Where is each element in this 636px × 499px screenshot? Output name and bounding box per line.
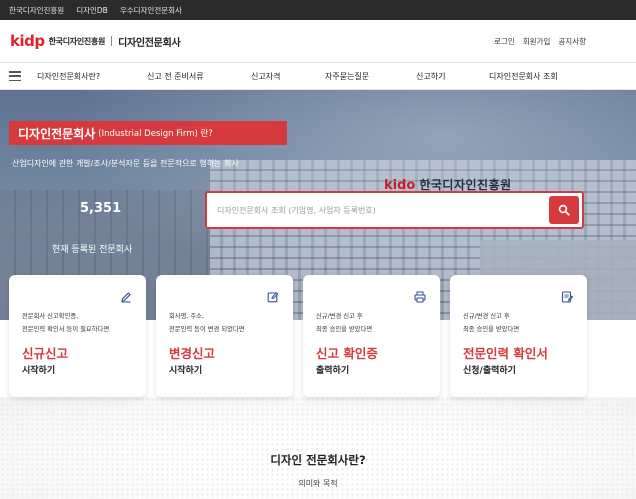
search-button[interactable] [549, 196, 579, 224]
kidp-logo-mark: kidp [10, 32, 45, 50]
signup-link[interactable]: 회원가입 [523, 36, 551, 47]
section-subtitle: 의미와 목적 [298, 479, 338, 488]
card-personnel-certificate[interactable]: 신규/변경 신고 후 최종 승인을 받았다면 전문인력 확인서 신청/출력하기 [450, 275, 587, 397]
card-title: 신고 확인증 [316, 346, 378, 361]
card-description: 전문회사 신고확인증, 전문인력 확인서 등이 필요하다면 [22, 311, 109, 336]
nav-item-about[interactable]: 디자인전문회사란? [37, 71, 100, 82]
topbar-link-designdb[interactable]: 디자인DB [76, 5, 108, 16]
card-desc-line: 회사명, 주소, [169, 313, 204, 320]
search-icon [558, 204, 570, 216]
card-desc-line: 최종 승인을 받았다면 [316, 325, 373, 333]
logo-divider [111, 36, 113, 46]
topbar-link-excellent-firms[interactable]: 우수디자인전문회사 [120, 5, 182, 16]
card-description: 신규/변경 신고 후 최종 승인을 받았다면 [316, 311, 372, 336]
login-link[interactable]: 로그인 [494, 36, 515, 47]
nav-item-documents[interactable]: 신고 전 준비서류 [147, 71, 204, 82]
site-logo[interactable]: kidp 한국디자인진흥원 디자인전문회사 [10, 32, 181, 50]
top-utility-bar: 한국디자인진흥원 디자인DB 우수디자인전문회사 [0, 0, 636, 20]
card-title: 신규신고 [22, 346, 69, 361]
registered-count-label: 현재 등록된 전문회사 [52, 245, 133, 255]
card-change-report[interactable]: 회사명, 주소, 전문인력 등이 변경 되었다면 변경신고 시작하기 [156, 275, 293, 397]
notice-link[interactable]: 공지사항 [558, 36, 586, 47]
nav-item-report[interactable]: 신고하기 [416, 71, 445, 82]
document-icon [561, 291, 573, 303]
sign-text: 한국디자인진흥원 [419, 178, 512, 192]
card-action: 출력하기 [316, 366, 350, 376]
card-new-report[interactable]: 전문회사 신고확인증, 전문인력 확인서 등이 필요하다면 신규신고 시작하기 [9, 275, 146, 397]
pencil-icon [121, 292, 131, 303]
about-section: 디자인 전문회사란? 의미와 목적 [0, 397, 636, 499]
site-header: kidp 한국디자인진흥원 디자인전문회사 로그인 회원가입 공지사항 [0, 20, 636, 62]
nav-item-faq[interactable]: 자주묻는질문 [325, 71, 369, 82]
hero-description: 산업디자인에 관한 개발/조사/분석자문 등을 전문적으로 행하는 회사 [12, 159, 239, 168]
firm-search-input[interactable] [217, 193, 537, 227]
edit-icon [267, 292, 279, 303]
card-desc-line: 전문회사 신고확인증, [22, 313, 79, 320]
hero-title: 디자인전문회사 (Industrial Design Firm) 란? [9, 121, 287, 145]
card-desc-line: 전문인력 확인서 등이 필요하다면 [22, 325, 110, 333]
hero-title-main: 디자인전문회사 [18, 126, 96, 141]
card-description: 회사명, 주소, 전문인력 등이 변경 되었다면 [169, 311, 245, 336]
card-desc-line: 전문인력 등이 변경 되었다면 [169, 325, 245, 333]
card-description: 신규/변경 신고 후 최종 승인을 받았다면 [463, 311, 519, 336]
nav-item-search-firms[interactable]: 디자인전문회사 조회 [489, 71, 558, 82]
topbar-link-kidp[interactable]: 한국디자인진흥원 [9, 5, 64, 16]
section-title: 디자인 전문회사란? [270, 453, 366, 467]
menu-icon[interactable] [9, 71, 21, 81]
card-action: 시작하기 [22, 366, 56, 376]
site-title: 디자인전문회사 [118, 37, 181, 49]
card-desc-line: 신규/변경 신고 후 [463, 313, 510, 320]
main-nav: 디자인전문회사란? 신고 전 준비서류 신고자격 자주묻는질문 신고하기 디자인… [0, 62, 636, 90]
logo-org-name: 한국디자인진흥원 [48, 36, 106, 46]
card-print-certificate[interactable]: 신규/변경 신고 후 최종 승인을 받았다면 신고 확인증 출력하기 [303, 275, 440, 397]
header-links: 로그인 회원가입 공지사항 [486, 36, 586, 47]
card-title: 변경신고 [169, 346, 216, 361]
card-desc-line: 최종 승인을 받았다면 [463, 325, 520, 333]
printer-icon [414, 291, 426, 303]
card-desc-line: 신규/변경 신고 후 [316, 313, 363, 320]
hero-title-sub: (Industrial Design Firm) 란? [98, 129, 213, 139]
card-action: 시작하기 [169, 366, 203, 376]
card-title: 전문인력 확인서 [463, 346, 548, 361]
registered-count: 5,351 [80, 201, 122, 216]
firm-search-box [205, 191, 584, 229]
nav-item-qualification[interactable]: 신고자격 [251, 71, 280, 82]
card-action: 신청/출력하기 [463, 366, 516, 376]
